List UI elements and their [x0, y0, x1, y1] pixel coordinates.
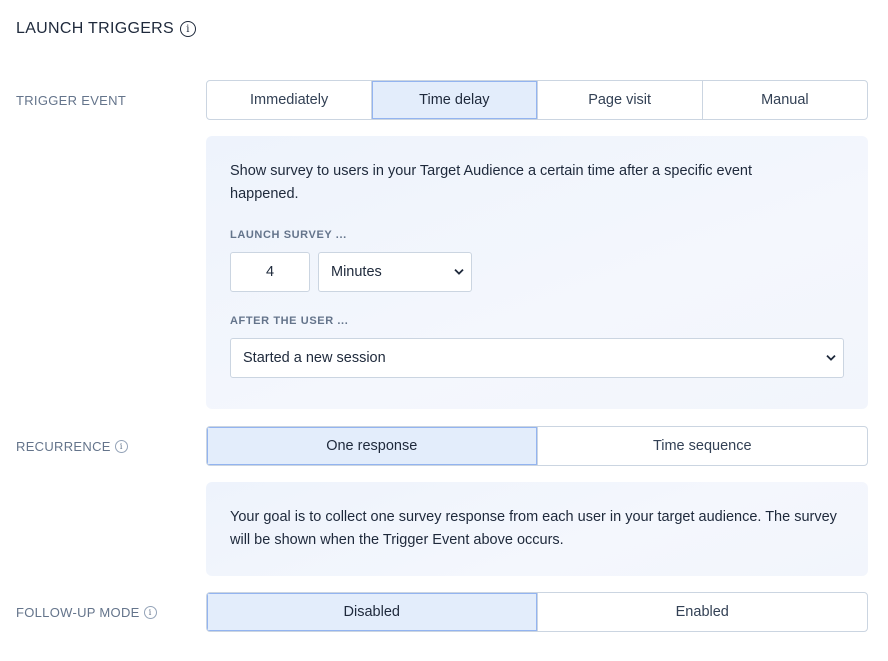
info-icon[interactable]: i [114, 440, 128, 453]
recurrence-option-time-sequence[interactable]: Time sequence [538, 427, 868, 465]
trigger-option-time-delay[interactable]: Time delay [372, 81, 538, 119]
trigger-option-page-visit[interactable]: Page visit [538, 81, 703, 119]
delay-unit-text: Minutes [331, 264, 382, 280]
trigger-event-segmented-control: Immediately Time delay Page visit Manual [206, 80, 868, 120]
launch-survey-label: LAUNCH SURVEY ... [230, 229, 347, 241]
after-event-text: Started a new session [243, 350, 386, 366]
trigger-event-label: TRIGGER EVENT [16, 93, 126, 108]
trigger-event-label-text: TRIGGER EVENT [16, 93, 127, 108]
section-title: LAUNCH TRIGGERS i [16, 20, 197, 38]
chevron-down-icon [826, 354, 836, 361]
follow-up-mode-label-text: FOLLOW-UP MODE [16, 605, 140, 620]
after-event-select[interactable]: Started a new session [230, 338, 844, 378]
recurrence-panel: Your goal is to collect one survey respo… [206, 482, 868, 576]
info-icon[interactable]: i [143, 606, 157, 619]
recurrence-label-text: RECURRENCE [16, 439, 111, 454]
follow-up-segmented-control: Disabled Enabled [206, 592, 868, 632]
chevron-down-icon [454, 268, 464, 275]
recurrence-segmented-control: One response Time sequence [206, 426, 868, 466]
follow-up-option-disabled[interactable]: Disabled [207, 593, 538, 631]
recurrence-option-one-response[interactable]: One response [207, 427, 538, 465]
trigger-option-manual[interactable]: Manual [703, 81, 867, 119]
delay-value-input[interactable]: 4 [230, 252, 310, 292]
time-delay-description: Show survey to users in your Target Audi… [230, 163, 752, 202]
follow-up-option-enabled[interactable]: Enabled [538, 593, 868, 631]
info-icon[interactable]: i [180, 21, 197, 37]
recurrence-description: Your goal is to collect one survey respo… [230, 509, 837, 548]
section-title-text: LAUNCH TRIGGERS [16, 20, 175, 37]
delay-unit-select[interactable]: Minutes [318, 252, 472, 292]
after-user-label: AFTER THE USER ... [230, 315, 349, 327]
trigger-option-immediately[interactable]: Immediately [207, 81, 373, 119]
recurrence-label: RECURRENCE i [16, 439, 128, 454]
follow-up-mode-label: FOLLOW-UP MODE i [16, 605, 157, 620]
time-delay-panel: Show survey to users in your Target Audi… [206, 136, 868, 409]
delay-value-text: 4 [265, 264, 275, 280]
